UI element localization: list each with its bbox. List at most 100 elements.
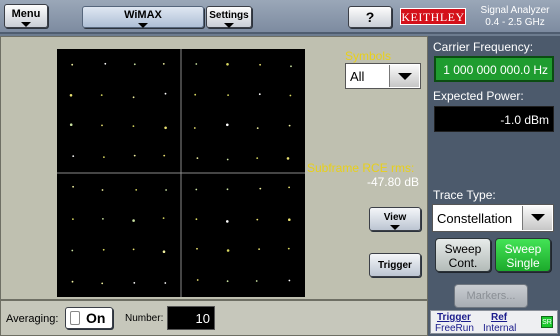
constellation-point <box>132 219 135 222</box>
sweep-continuous-button[interactable]: Sweep Cont. <box>435 238 491 272</box>
constellation-point <box>195 218 198 221</box>
constellation-point <box>101 124 103 127</box>
carrier-frequency-field[interactable]: 1 000 000 000.0 Hz <box>434 56 554 82</box>
constellation-point <box>132 125 135 127</box>
constellation-point <box>256 218 259 221</box>
view-label: View <box>383 212 407 223</box>
constellation-point <box>164 282 167 284</box>
status-led-icon: SR <box>541 316 553 328</box>
constellation-point <box>195 63 198 65</box>
constellation-point <box>256 157 259 159</box>
constellation-svg <box>57 49 305 297</box>
mode-select-button[interactable]: WiMAX <box>82 6 204 28</box>
constellation-point <box>72 218 74 221</box>
averaging-toggle[interactable]: On <box>65 307 113 329</box>
constellation-point <box>226 158 229 161</box>
top-toolbar: Menu WiMAX Settings ? KEITHLEY Signal An… <box>0 0 560 34</box>
number-field[interactable]: 10 <box>167 306 215 330</box>
sweep-cont-line1: Sweep <box>444 242 482 256</box>
constellation-point <box>162 250 166 253</box>
constellation-point <box>133 63 136 66</box>
symbols-label: Symbols <box>345 49 392 63</box>
expected-power-field[interactable]: -1.0 dBm <box>434 106 554 132</box>
constellation-point <box>132 96 135 99</box>
constellation-point <box>162 63 165 65</box>
main-display-panel: Symbols All Subframe RCE rms: -47.80 dB … <box>0 36 428 300</box>
status-trigger-label: Trigger <box>437 312 471 323</box>
constellation-point <box>289 94 292 97</box>
symbols-select[interactable]: All <box>345 63 421 89</box>
constellation-point <box>72 155 75 157</box>
constellation-point <box>164 92 167 95</box>
constellation-point <box>164 126 167 130</box>
constellation-point <box>163 154 166 157</box>
constellation-point <box>165 189 167 191</box>
status-trigger-value: FreeRun <box>435 323 474 334</box>
number-label: Number: <box>125 313 164 324</box>
menu-button[interactable]: Menu <box>4 4 48 28</box>
constellation-point <box>193 127 196 129</box>
sweep-single-line1: Sweep <box>504 242 542 256</box>
chevron-down-icon <box>390 225 400 230</box>
constellation-point <box>162 217 165 220</box>
constellation-point <box>196 157 199 159</box>
constellation-plot <box>57 49 305 297</box>
view-button[interactable]: View <box>369 207 421 231</box>
constellation-point <box>71 249 74 252</box>
settings-sidebar: Carrier Frequency: 1 000 000 000.0 Hz Ex… <box>428 36 560 336</box>
constellation-point <box>69 94 73 97</box>
trace-type-select[interactable]: Constellation <box>432 204 554 232</box>
chevron-down-icon <box>138 23 148 28</box>
markers-button[interactable]: Markers... <box>454 284 528 308</box>
constellation-point <box>101 282 104 285</box>
constellation-point <box>102 248 105 251</box>
dropdown-button[interactable] <box>522 206 552 230</box>
constellation-point <box>196 247 198 250</box>
constellation-point <box>194 93 197 96</box>
constellation-point <box>104 62 107 65</box>
constellation-point <box>195 188 198 191</box>
constellation-point <box>226 280 229 283</box>
constellation-point <box>135 189 138 191</box>
constellation-point <box>69 123 73 126</box>
symbols-select-value: All <box>350 69 365 84</box>
instrument-title-line1: Signal Analyzer <box>480 5 550 16</box>
constellation-point <box>227 94 230 96</box>
mode-label: WiMAX <box>124 9 162 21</box>
trigger-button[interactable]: Trigger <box>369 253 421 277</box>
menu-button-label: Menu <box>11 8 41 20</box>
sweep-single-line2: Single <box>506 256 540 270</box>
rce-label: Subframe RCE rms: <box>307 161 415 175</box>
help-button[interactable]: ? <box>348 6 392 28</box>
constellation-point <box>101 189 104 191</box>
constellation-point <box>226 123 229 127</box>
trigger-label: Trigger <box>378 260 412 271</box>
toggle-knob <box>70 311 80 325</box>
instrument-title-line2: 0.4 - 2.5 GHz <box>485 17 545 28</box>
constellation-point <box>259 63 261 66</box>
sweep-single-button[interactable]: Sweep Single <box>495 238 551 272</box>
averaging-bar: Averaging: On Number: 10 <box>0 300 428 336</box>
constellation-point <box>226 249 230 252</box>
instrument-title: Signal Analyzer 0.4 - 2.5 GHz <box>470 5 560 29</box>
trace-type-value: Constellation <box>437 211 513 226</box>
constellation-point <box>290 65 292 68</box>
chevron-down-icon <box>531 214 545 221</box>
settings-button[interactable]: Settings <box>206 6 252 28</box>
constellation-point <box>288 186 290 189</box>
carrier-frequency-label: Carrier Frequency: <box>433 40 534 54</box>
constellation-point <box>259 187 262 190</box>
status-ref-value: Internal <box>483 323 517 334</box>
constellation-point <box>100 94 103 96</box>
constellation-point <box>196 279 199 281</box>
help-icon: ? <box>365 9 375 25</box>
constellation-point <box>226 220 229 223</box>
constellation-point <box>133 282 136 284</box>
constellation-point <box>288 124 291 127</box>
sweep-cont-line2: Cont. <box>448 256 478 270</box>
dropdown-button[interactable] <box>389 65 419 87</box>
constellation-point <box>103 156 105 158</box>
constellation-point <box>255 280 258 282</box>
constellation-point <box>71 63 74 66</box>
status-bar: Trigger FreeRun Ref Internal SR <box>430 310 558 334</box>
